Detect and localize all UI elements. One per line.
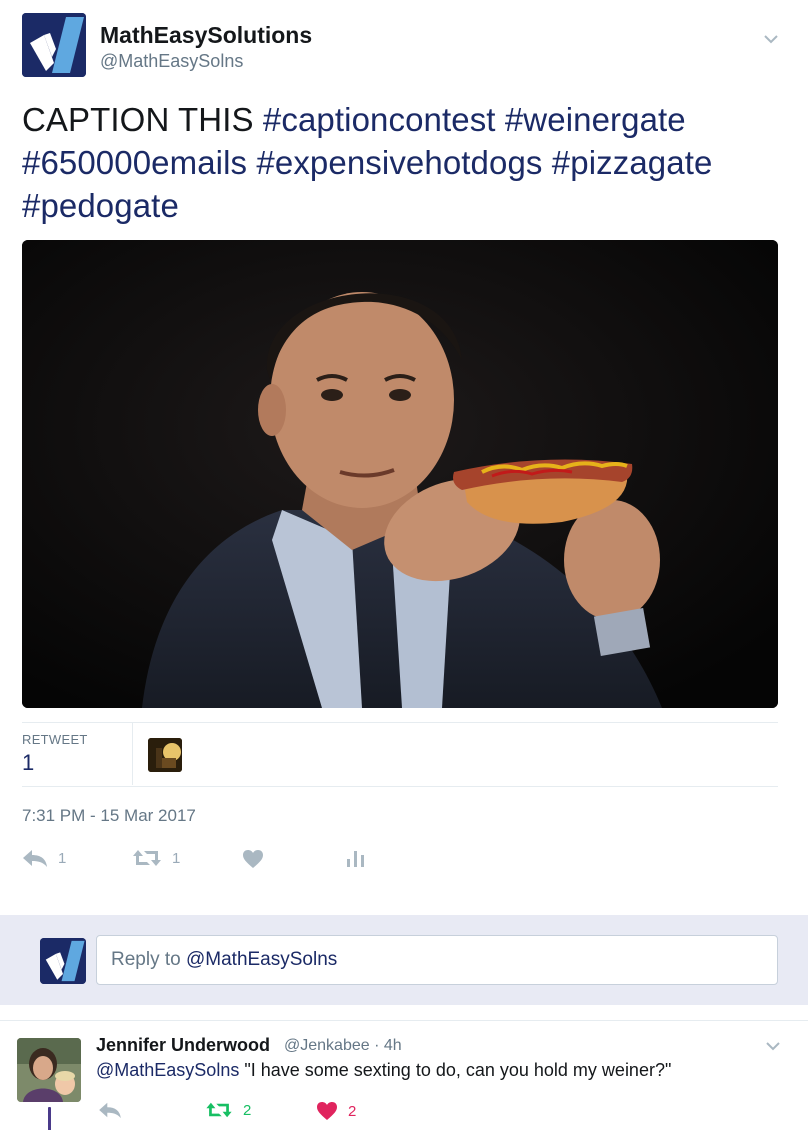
avatar[interactable] (17, 1038, 81, 1102)
reply-input[interactable] (96, 935, 778, 985)
hashtag-link[interactable]: #captioncontest (263, 101, 496, 138)
reply-retweet-count: 2 (243, 1101, 252, 1119)
reply-text: @MathEasySolns "I have some sexting to d… (96, 1060, 671, 1081)
mathesy-logo-icon (40, 938, 86, 984)
hashtag-link[interactable]: #expensivehotdogs (256, 144, 542, 181)
reply-like-count: 2 (348, 1102, 357, 1120)
reply-author-handle[interactable]: @Jenkabee · 4h (284, 1037, 402, 1055)
like-action[interactable]: 2 (316, 1101, 356, 1121)
retweet-stat-label: RETWEET (22, 732, 88, 747)
retweet-icon (206, 1102, 232, 1118)
analytics-action[interactable] (346, 849, 366, 869)
reply-composer: Reply to @MathEasySolns (0, 915, 808, 1005)
tweet-card: MathEasySolutions @MathEasySolns CAPTION… (0, 0, 808, 915)
reply-count: 1 (58, 849, 67, 867)
chevron-down-icon[interactable] (762, 30, 780, 48)
heart-icon (243, 850, 263, 868)
reply-icon (99, 1102, 121, 1119)
reply-action[interactable] (98, 1101, 122, 1119)
reply-action[interactable]: 1 (22, 848, 66, 868)
divider (22, 722, 778, 723)
like-action[interactable] (242, 849, 274, 869)
thread-line (48, 1107, 51, 1130)
reply-body: "I have some sexting to do, can you hold… (239, 1060, 672, 1080)
retweeter-avatar[interactable] (148, 738, 182, 772)
retweet-icon (133, 850, 161, 866)
analytics-icon (347, 851, 364, 867)
divider (132, 723, 133, 785)
heart-icon (317, 1102, 337, 1120)
divider (22, 786, 778, 787)
retweet-count: 1 (172, 849, 181, 867)
mathesy-logo-icon[interactable] (22, 13, 86, 77)
author-handle[interactable]: @MathEasySolns (100, 51, 243, 72)
retweet-action[interactable]: 2 (205, 1101, 251, 1119)
author-display-name[interactable]: MathEasySolutions (100, 22, 312, 49)
hashtag-link[interactable]: #weinergate (505, 101, 686, 138)
retweet-stat-count[interactable]: 1 (22, 750, 34, 776)
reply-tweet[interactable]: Jennifer Underwood @Jenkabee · 4h @MathE… (0, 1020, 808, 1130)
hashtag-link[interactable]: #pizzagate (552, 144, 713, 181)
hashtag-link[interactable]: #pedogate (22, 187, 179, 224)
hashtag-link[interactable]: #650000emails (22, 144, 247, 181)
reply-mention-link[interactable]: @MathEasySolns (96, 1060, 239, 1080)
tweet-timestamp[interactable]: 7:31 PM - 15 Mar 2017 (22, 806, 196, 826)
retweet-action[interactable]: 1 (132, 848, 180, 868)
tweet-plain-text: CAPTION THIS (22, 101, 254, 138)
reply-author-name[interactable]: Jennifer Underwood (96, 1035, 270, 1056)
reply-icon (23, 850, 47, 867)
tweet-text: CAPTION THIS #captioncontest #weinergate… (22, 98, 792, 227)
tweet-photo[interactable] (22, 240, 778, 708)
chevron-down-icon[interactable] (764, 1037, 782, 1055)
